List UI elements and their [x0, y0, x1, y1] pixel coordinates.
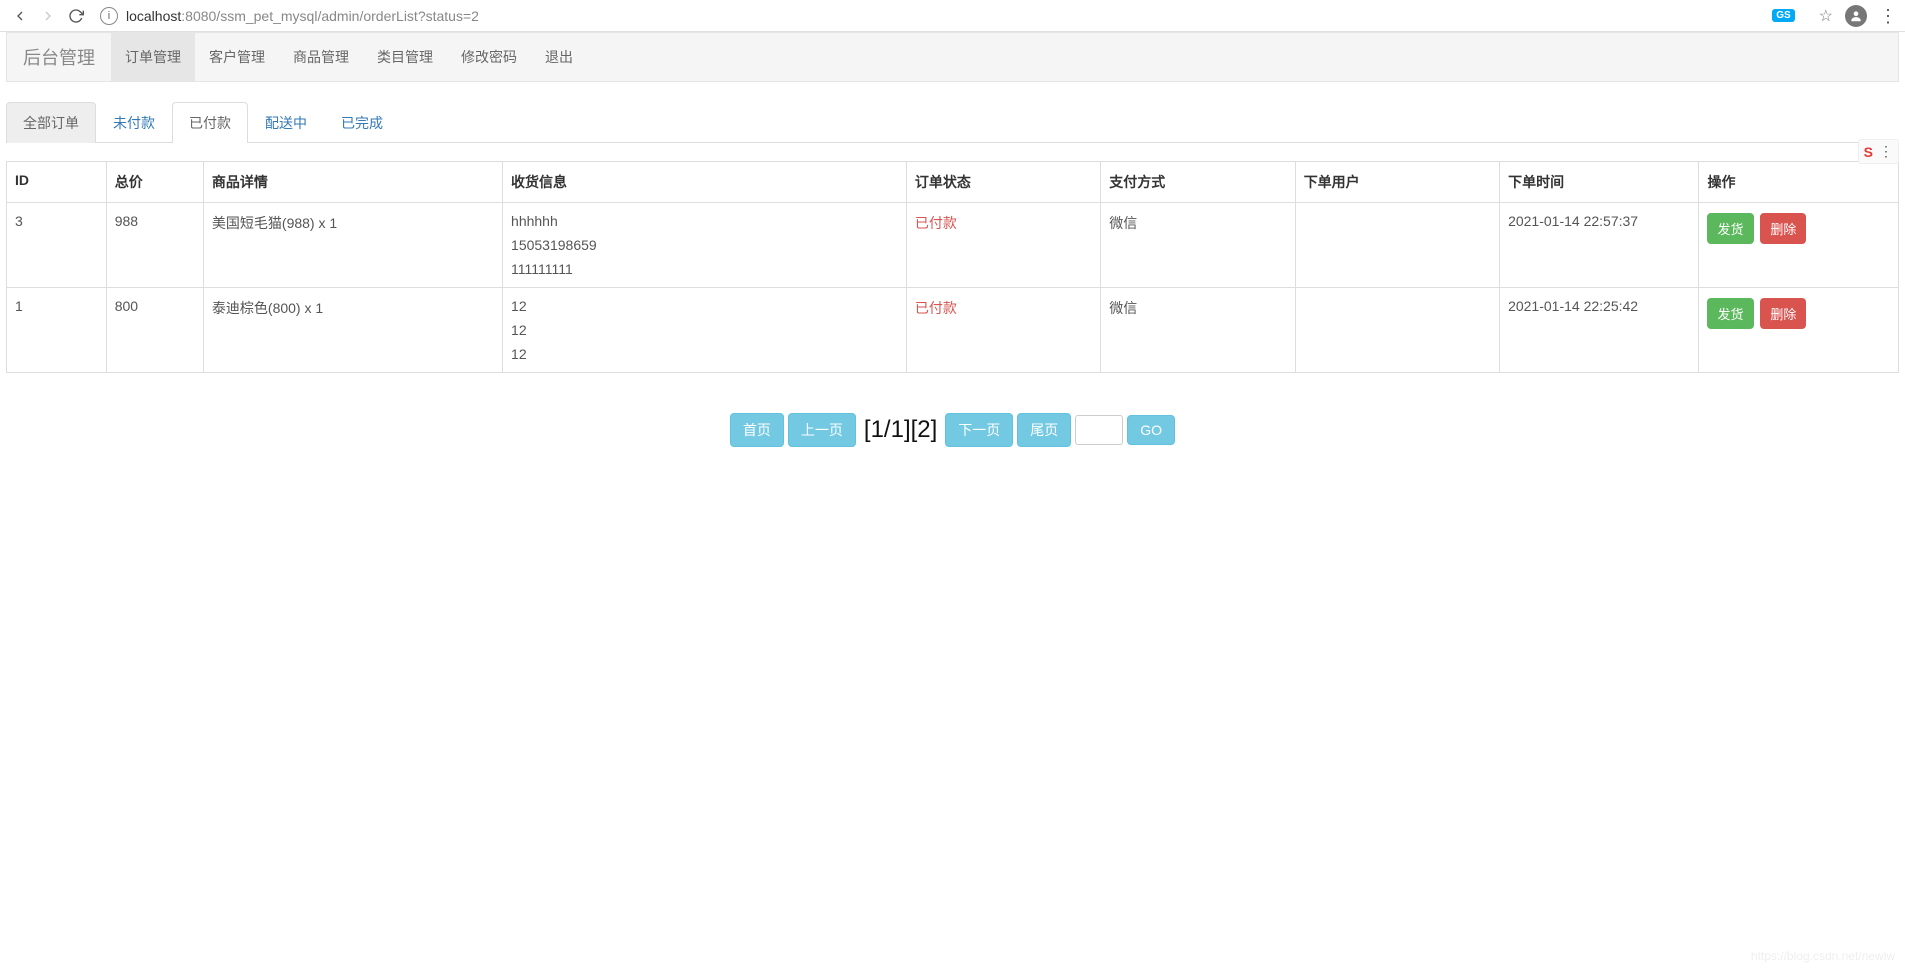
cell-pay: 微信 [1101, 203, 1295, 288]
tool-menu-icon[interactable]: ⋮ [1879, 143, 1893, 160]
cell-actions: 发货 删除 [1699, 288, 1899, 373]
cell-total: 988 [106, 203, 203, 288]
bookmark-icon[interactable]: ☆ [1819, 6, 1833, 26]
cell-time: 2021-01-14 22:25:42 [1500, 288, 1699, 373]
col-user: 下单用户 [1295, 162, 1499, 203]
table-row: 3 988 美国短毛猫(988) x 1 hhhhhh 15053198659 … [7, 203, 1899, 288]
cell-goods: 美国短毛猫(988) x 1 [203, 203, 502, 288]
tab-shipping[interactable]: 配送中 [248, 102, 324, 143]
tab-unpaid[interactable]: 未付款 [96, 102, 172, 143]
back-button[interactable] [8, 4, 32, 28]
forward-button[interactable] [36, 4, 60, 28]
cell-id: 1 [7, 288, 107, 373]
cell-user [1295, 288, 1499, 373]
first-page-button[interactable]: 首页 [730, 413, 784, 447]
profile-avatar-icon[interactable] [1845, 5, 1867, 27]
cell-actions: 发货 删除 [1699, 203, 1899, 288]
url-text: localhost:8080/ssm_pet_mysql/admin/order… [126, 8, 479, 24]
page-input[interactable] [1075, 415, 1123, 445]
cell-receive: 12 12 12 [503, 288, 907, 373]
col-total: 总价 [106, 162, 203, 203]
last-page-button[interactable]: 尾页 [1017, 413, 1071, 447]
orders-table: ID 总价 商品详情 收货信息 订单状态 支付方式 下单用户 下单时间 操作 3… [6, 161, 1899, 373]
browser-toolbar: i localhost:8080/ssm_pet_mysql/admin/ord… [0, 0, 1905, 32]
cell-id: 3 [7, 203, 107, 288]
reload-button[interactable] [64, 4, 88, 28]
browser-menu-icon[interactable]: ⋮ [1879, 7, 1897, 25]
nav-item-logout[interactable]: 退出 [531, 33, 587, 81]
s-icon: S [1864, 144, 1873, 160]
nav-item-categories[interactable]: 类目管理 [363, 33, 447, 81]
col-status: 订单状态 [906, 162, 1100, 203]
go-button[interactable]: GO [1127, 415, 1175, 445]
extension-badge[interactable]: GS [1772, 9, 1794, 22]
cell-status: 已付款 [906, 288, 1100, 373]
tab-paid[interactable]: 已付款 [172, 102, 248, 143]
cell-user [1295, 203, 1499, 288]
order-tabs: 全部订单 未付款 已付款 配送中 已完成 S ⋮ [6, 102, 1899, 143]
cell-goods: 泰迪棕色(800) x 1 [203, 288, 502, 373]
site-info-icon[interactable]: i [100, 7, 118, 25]
next-page-button[interactable]: 下一页 [945, 413, 1013, 447]
prev-page-button[interactable]: 上一页 [788, 413, 856, 447]
nav-item-orders[interactable]: 订单管理 [111, 33, 195, 81]
pagination: 首页 上一页 [1/1][2] 下一页 尾页 GO [6, 413, 1899, 447]
col-receive: 收货信息 [503, 162, 907, 203]
col-pay: 支付方式 [1101, 162, 1295, 203]
col-time: 下单时间 [1500, 162, 1699, 203]
nav-item-customers[interactable]: 客户管理 [195, 33, 279, 81]
cell-receive: hhhhhh 15053198659 111111111 [503, 203, 907, 288]
delete-button[interactable]: 删除 [1760, 298, 1806, 329]
table-row: 1 800 泰迪棕色(800) x 1 12 12 12 已付款 微信 2021… [7, 288, 1899, 373]
col-id: ID [7, 162, 107, 203]
delete-button[interactable]: 删除 [1760, 213, 1806, 244]
ship-button[interactable]: 发货 [1707, 298, 1753, 329]
tab-completed[interactable]: 已完成 [324, 102, 400, 143]
tab-all-orders[interactable]: 全部订单 [6, 102, 96, 143]
brand-title: 后台管理 [7, 44, 111, 70]
col-actions: 操作 [1699, 162, 1899, 203]
col-goods: 商品详情 [203, 162, 502, 203]
ship-button[interactable]: 发货 [1707, 213, 1753, 244]
cell-total: 800 [106, 288, 203, 373]
floating-toolbar[interactable]: S ⋮ [1858, 139, 1899, 164]
cell-status: 已付款 [906, 203, 1100, 288]
main-nav: 后台管理 订单管理 客户管理 商品管理 类目管理 修改密码 退出 [6, 32, 1899, 82]
watermark: https://blog.csdn.net/newlw [1751, 949, 1895, 963]
page-info: [1/1][2] [864, 416, 937, 444]
url-bar[interactable]: i localhost:8080/ssm_pet_mysql/admin/ord… [100, 7, 1760, 25]
cell-time: 2021-01-14 22:57:37 [1500, 203, 1699, 288]
nav-item-password[interactable]: 修改密码 [447, 33, 531, 81]
table-header-row: ID 总价 商品详情 收货信息 订单状态 支付方式 下单用户 下单时间 操作 [7, 162, 1899, 203]
cell-pay: 微信 [1101, 288, 1295, 373]
nav-item-products[interactable]: 商品管理 [279, 33, 363, 81]
